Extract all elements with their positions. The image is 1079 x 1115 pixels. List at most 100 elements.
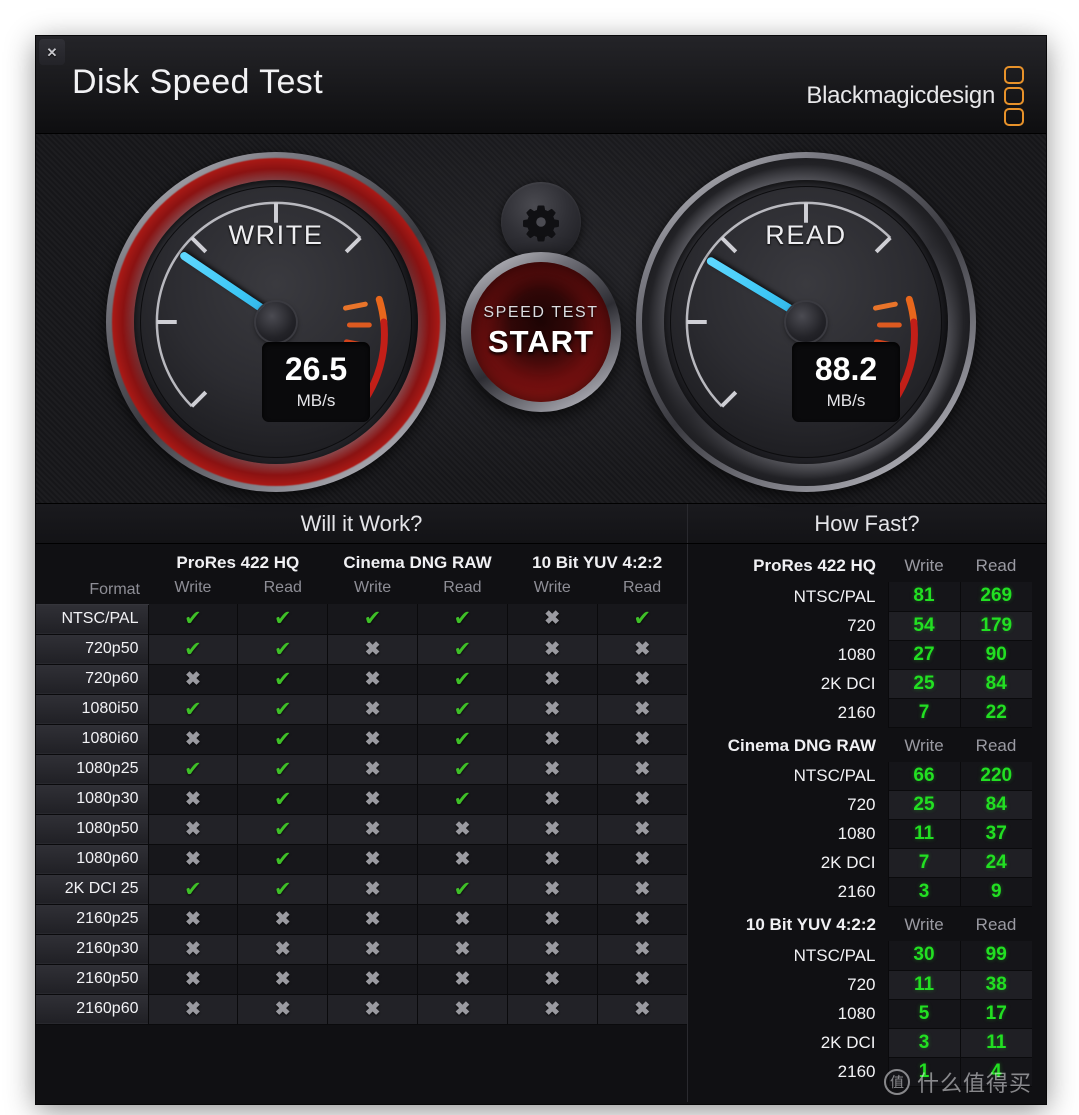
compat-cell-unsupported: ✖ — [506, 964, 598, 995]
compat-format-label: 2160p25 — [36, 903, 148, 935]
compat-cell-supported: ✔ — [416, 874, 508, 905]
compat-cell-unsupported: ✖ — [327, 964, 418, 995]
speed-write-value: 3 — [887, 877, 960, 907]
compat-cell-unsupported: ✖ — [327, 994, 418, 1025]
compat-sub-3: Read — [443, 579, 482, 596]
compat-format-label: 2160p30 — [36, 933, 148, 965]
speed-panel: ProRes 422 HQ Write Read NTSC/PAL 81 269 720 54… — [688, 544, 1046, 1102]
check-icon: ✔ — [453, 637, 472, 661]
check-icon: ✔ — [453, 697, 472, 721]
speed-read-value: 22 — [959, 698, 1032, 728]
table-row: 1080p50 ✖ ✔ ✖ ✖ ✖ ✖ — [36, 813, 687, 845]
check-icon: ✔ — [273, 877, 292, 901]
compat-cell-unsupported: ✖ — [237, 904, 328, 935]
speed-write-value: 30 — [887, 941, 960, 971]
compat-cell-unsupported: ✖ — [506, 784, 598, 815]
compat-sub-1: Read — [263, 579, 302, 596]
cross-icon: ✖ — [544, 998, 561, 1020]
brand-logo-group: Blackmagicdesign — [806, 66, 1024, 126]
how-fast-header: How Fast? — [814, 510, 920, 536]
speed-write-value: 7 — [887, 698, 960, 728]
compat-cell-supported: ✔ — [237, 634, 328, 665]
table-row: 2K DCI 25 84 — [688, 669, 1032, 699]
check-icon: ✔ — [453, 877, 472, 901]
cross-icon: ✖ — [364, 968, 381, 990]
table-row: 1080i60 ✖ ✔ ✖ ✔ ✖ ✖ — [36, 723, 687, 755]
compat-cell-unsupported: ✖ — [147, 994, 238, 1025]
compat-format-label: 1080i60 — [36, 723, 148, 755]
write-unit: MB/s — [296, 391, 336, 411]
compat-cell-unsupported: ✖ — [596, 844, 687, 875]
speed-write-header: Write — [904, 735, 944, 755]
check-icon: ✔ — [453, 787, 472, 811]
compat-cell-unsupported: ✖ — [506, 694, 598, 725]
cross-icon: ✖ — [274, 998, 291, 1020]
speed-write-header: Write — [904, 556, 944, 575]
check-icon: ✔ — [273, 607, 292, 631]
speed-format-label: 1080 — [837, 644, 876, 664]
table-row: 1080 5 17 — [688, 999, 1032, 1029]
cross-icon: ✖ — [544, 758, 561, 780]
table-row: 720 54 179 — [688, 611, 1032, 641]
results-body: ProRes 422 HQ Cinema DNG RAW 10 Bit YUV … — [36, 544, 1046, 1102]
disk-speed-test-window: ✕ Disk Speed Test Blackmagicdesign WRITE… — [36, 36, 1046, 1104]
check-icon: ✔ — [273, 697, 292, 721]
compat-cell-unsupported: ✖ — [327, 664, 418, 695]
compat-cell-supported: ✔ — [237, 844, 328, 875]
cross-icon: ✖ — [364, 698, 381, 720]
cross-icon: ✖ — [184, 908, 201, 930]
cross-icon: ✖ — [544, 908, 561, 930]
compat-cell-unsupported: ✖ — [596, 754, 687, 785]
compat-cell-supported: ✔ — [237, 754, 328, 785]
speed-read-header: Read — [975, 735, 1017, 755]
check-icon: ✔ — [273, 847, 292, 871]
compat-cell-supported: ✔ — [147, 604, 238, 635]
compat-group-header-row: ProRes 422 HQ Cinema DNG RAW 10 Bit YUV … — [36, 550, 687, 577]
speed-test-start-button[interactable]: SPEED TEST START — [461, 252, 621, 412]
compat-cell-unsupported: ✖ — [596, 874, 687, 905]
check-icon: ✔ — [633, 607, 652, 631]
cross-icon: ✖ — [634, 878, 651, 900]
compat-cell-supported: ✔ — [416, 634, 508, 665]
compat-cell-unsupported: ✖ — [147, 934, 238, 965]
compat-format-label: 720p50 — [36, 633, 148, 665]
compat-format-label: 720p60 — [36, 663, 148, 695]
check-icon: ✔ — [184, 697, 202, 721]
compat-cell-unsupported: ✖ — [147, 784, 238, 815]
will-it-work-header: Will it Work? — [36, 504, 688, 543]
compat-cell-unsupported: ✖ — [416, 904, 508, 935]
compat-cell-supported: ✔ — [237, 784, 328, 815]
cross-icon: ✖ — [454, 998, 471, 1020]
table-row: 720 11 38 — [688, 970, 1032, 1000]
table-row: 1080p25 ✔ ✔ ✖ ✔ ✖ ✖ — [36, 753, 687, 785]
speed-read-value: 90 — [959, 640, 1032, 670]
compat-cell-unsupported: ✖ — [237, 934, 328, 965]
cross-icon: ✖ — [364, 788, 381, 810]
check-icon: ✔ — [184, 607, 202, 631]
cross-icon: ✖ — [364, 758, 381, 780]
cross-icon: ✖ — [184, 998, 201, 1020]
compat-cell-unsupported: ✖ — [506, 934, 598, 965]
speed-read-value: 37 — [959, 819, 1032, 849]
table-row: 2160 7 22 — [688, 698, 1032, 728]
compat-cell-supported: ✔ — [237, 604, 328, 635]
check-icon: ✔ — [453, 757, 472, 781]
close-button[interactable]: ✕ — [39, 39, 65, 65]
settings-button[interactable] — [501, 182, 581, 262]
title-bar: ✕ Disk Speed Test Blackmagicdesign — [36, 36, 1046, 134]
speed-block: 10 Bit YUV 4:2:2 Write Read NTSC/PAL 30 99 720… — [688, 909, 1032, 1087]
blackmagic-squares-icon — [1004, 66, 1024, 126]
compat-format-label: 2160p60 — [36, 993, 148, 1025]
compat-cell-unsupported: ✖ — [327, 634, 418, 665]
compat-cell-unsupported: ✖ — [327, 784, 418, 815]
speed-header-row: 10 Bit YUV 4:2:2 Write Read — [688, 909, 1032, 941]
check-icon: ✔ — [273, 637, 292, 661]
compat-cell-unsupported: ✖ — [147, 964, 238, 995]
speed-format-label: 2K DCI — [820, 673, 876, 693]
compat-cell-unsupported: ✖ — [416, 814, 508, 845]
cross-icon: ✖ — [184, 788, 201, 810]
speed-block: ProRes 422 HQ Write Read NTSC/PAL 81 269 720 54… — [688, 550, 1032, 728]
compat-format-label: 2160p50 — [36, 963, 148, 995]
gear-icon — [523, 205, 559, 242]
speed-read-value: 269 — [959, 582, 1032, 612]
